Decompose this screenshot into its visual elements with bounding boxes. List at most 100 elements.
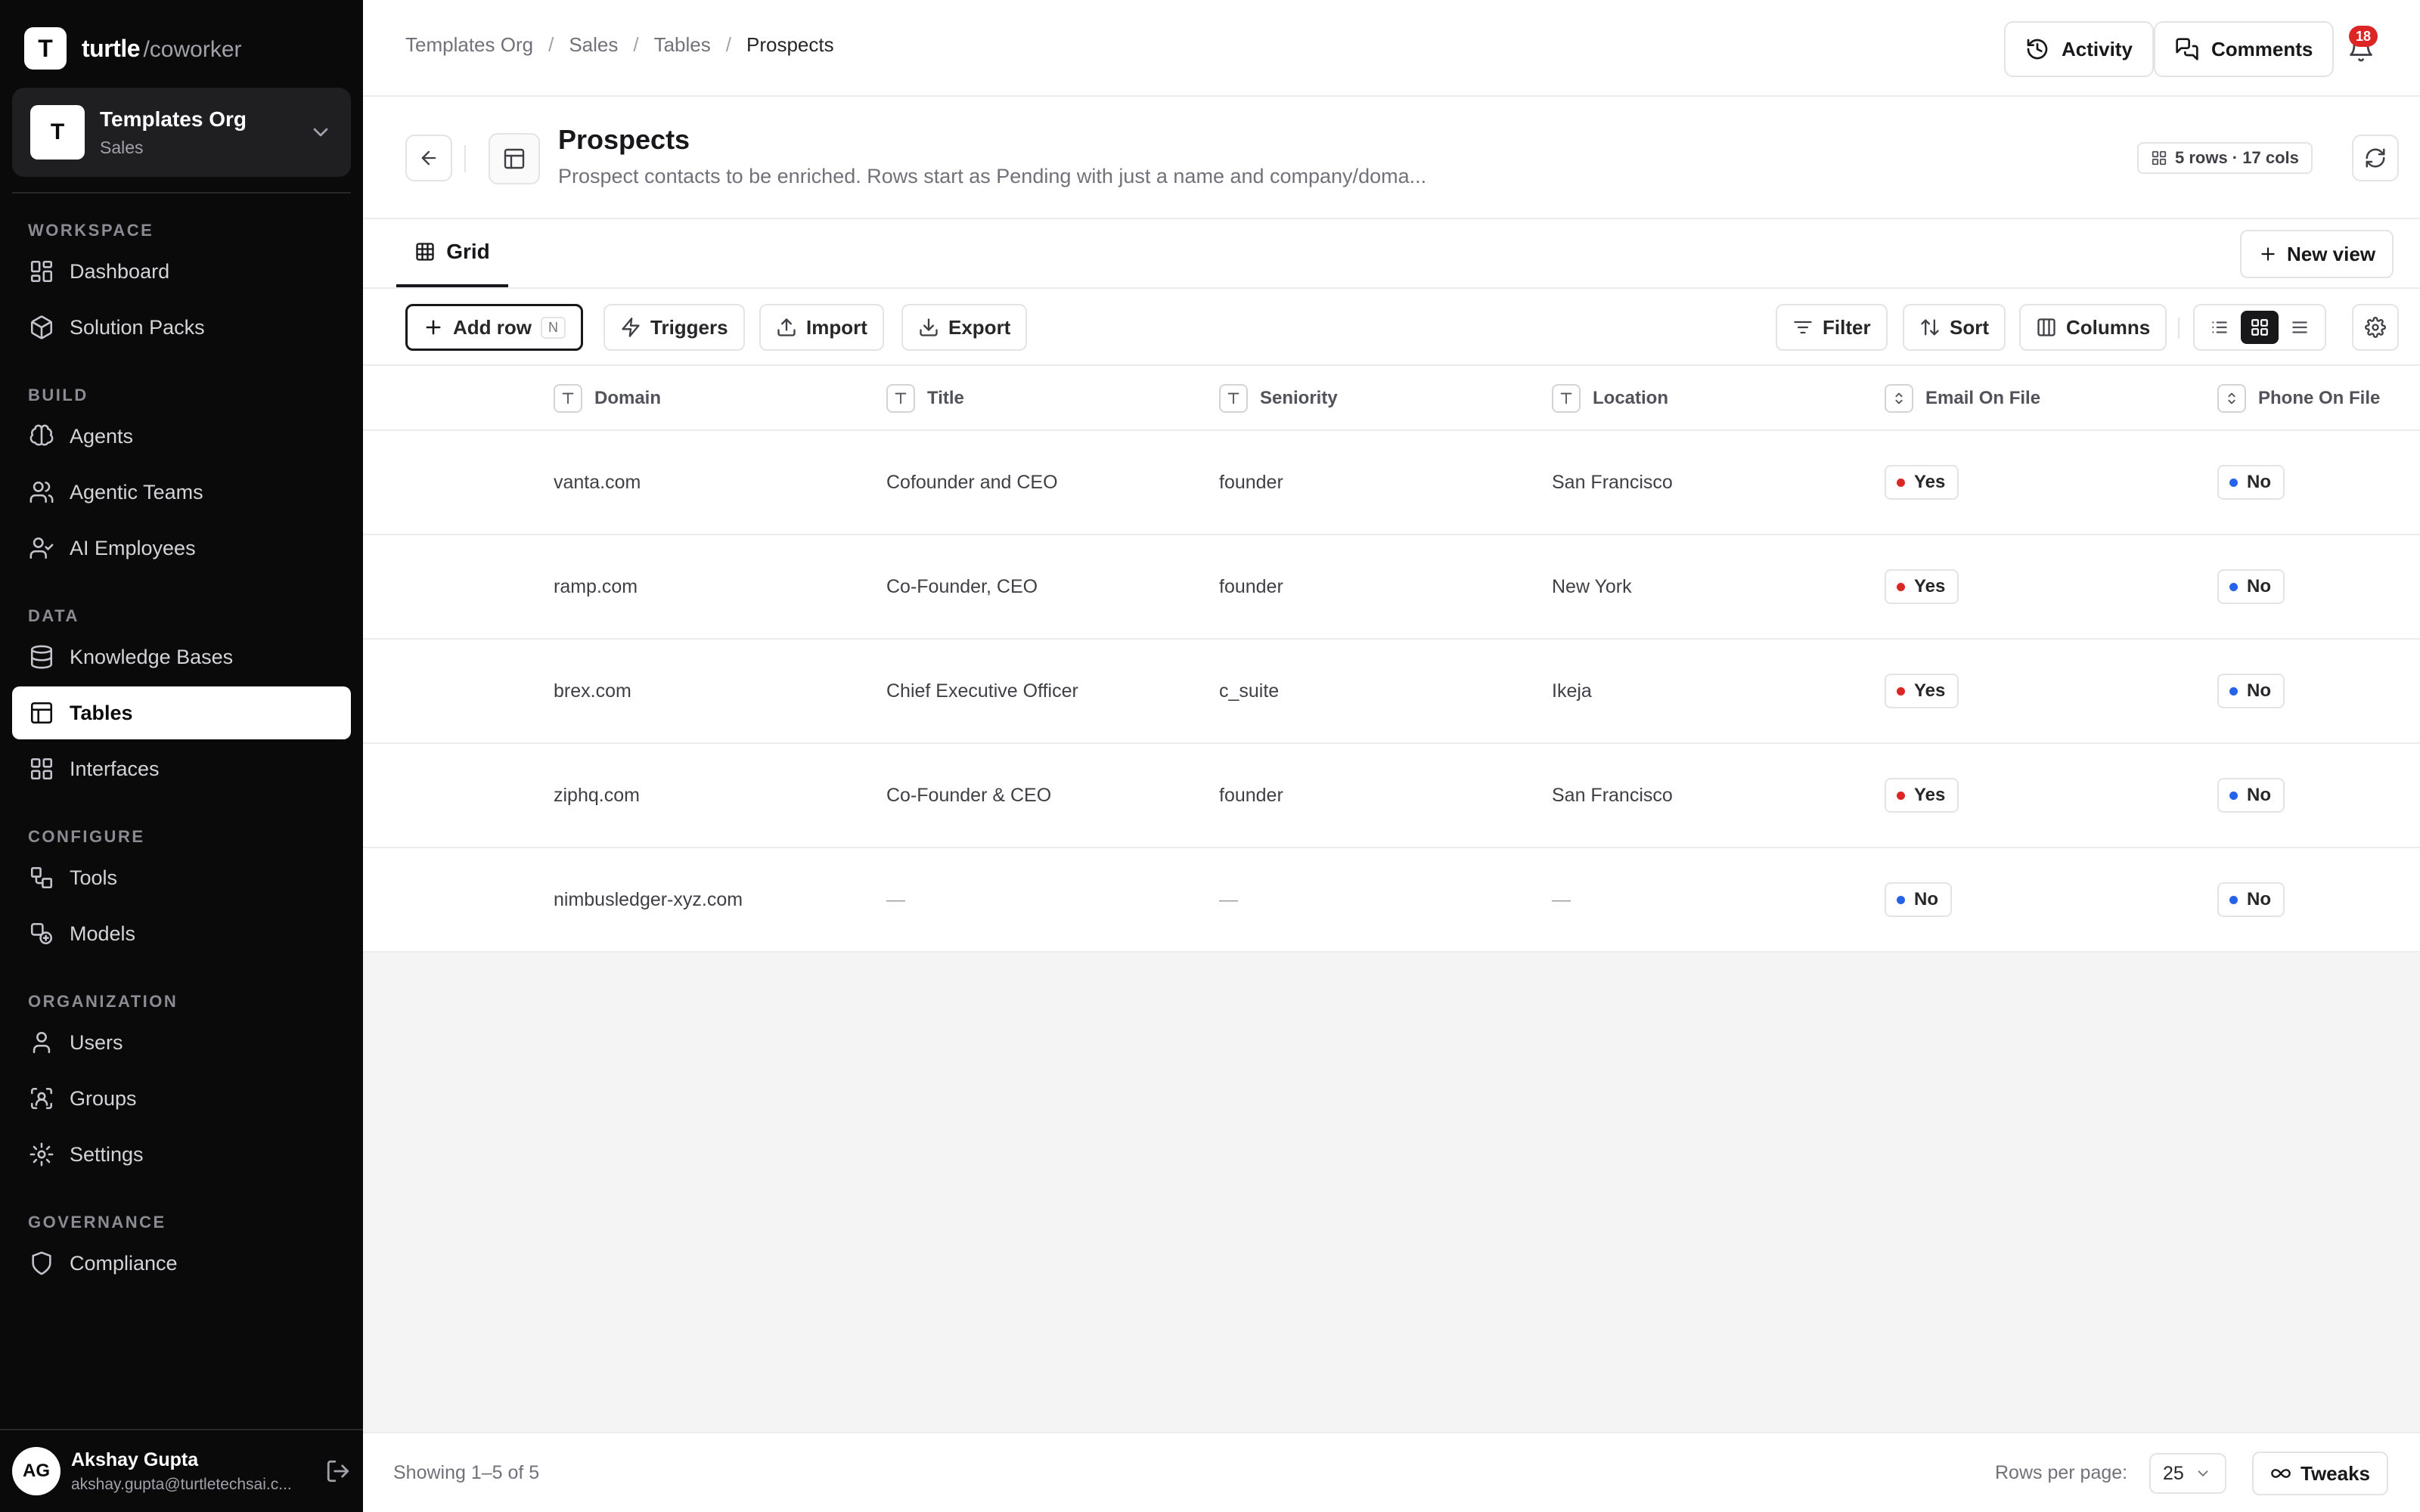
add-row-button[interactable]: Add row N xyxy=(405,304,583,351)
breadcrumb-team[interactable]: Sales xyxy=(569,33,618,57)
table-cell[interactable]: founder xyxy=(1219,744,1283,847)
table-row[interactable]: brex.com Chief Executive Officer c_suite Ik… xyxy=(363,640,2420,744)
gear-icon xyxy=(2365,317,2386,338)
activity-button[interactable]: Activity xyxy=(2004,21,2154,77)
page-description: Prospect contacts to be enriched. Rows s… xyxy=(558,165,1427,187)
refresh-icon xyxy=(2366,148,2385,168)
tab-grid-label: Grid xyxy=(446,240,490,263)
compact-view-toggle[interactable] xyxy=(2281,311,2319,344)
tweaks-button[interactable]: Tweaks xyxy=(2252,1452,2389,1495)
back-button[interactable] xyxy=(405,135,452,181)
table-cell[interactable]: Co-Founder & CEO xyxy=(886,744,1051,847)
brand[interactable]: T turtle /coworker xyxy=(24,27,242,70)
table-row[interactable]: ziphq.com Co-Founder & CEO founder San Fran… xyxy=(363,744,2420,848)
table-cell[interactable]: San Francisco xyxy=(1552,744,1673,847)
breadcrumb-org[interactable]: Templates Org xyxy=(405,33,533,57)
sidebar-item-ai-employees[interactable]: AI Employees xyxy=(12,522,351,575)
table-row[interactable]: ramp.com Co-Founder, CEO founder New York Ye… xyxy=(363,535,2420,640)
grid-view-toggle[interactable] xyxy=(2240,311,2279,344)
sidebar-item-users[interactable]: Users xyxy=(12,1016,351,1069)
plus-icon xyxy=(2261,247,2275,261)
list-view-toggle[interactable] xyxy=(2201,311,2238,344)
table-cell-text: founder xyxy=(1219,784,1283,806)
sidebar-item-tables[interactable]: Tables xyxy=(12,686,351,739)
table-cell[interactable]: c_suite xyxy=(1219,640,1279,742)
status-dot xyxy=(1897,895,1905,904)
triggers-button[interactable]: Triggers xyxy=(603,304,745,351)
columns-button[interactable]: Columns xyxy=(2019,304,2167,351)
sidebar-item-groups[interactable]: Groups xyxy=(12,1072,351,1125)
refresh-button[interactable] xyxy=(2352,135,2399,181)
table-cell[interactable]: No xyxy=(2217,535,2285,638)
table-cell[interactable]: New York xyxy=(1552,535,1632,638)
table-cell[interactable]: ziphq.com xyxy=(554,744,640,847)
filter-button[interactable]: Filter xyxy=(1776,304,1888,351)
page-header: Prospects Prospect contacts to be enrich… xyxy=(363,97,2420,219)
sidebar-item-solution-packs[interactable]: Solution Packs xyxy=(12,301,351,354)
text-type-icon xyxy=(1552,384,1581,413)
import-button[interactable]: Import xyxy=(759,304,884,351)
rows-per-page-select[interactable]: 25 xyxy=(2149,1453,2226,1494)
logout-icon[interactable] xyxy=(325,1458,351,1484)
column-header-seniority[interactable]: Seniority xyxy=(1219,366,1338,431)
breadcrumb-separator: / xyxy=(633,33,639,56)
table-cell[interactable]: No xyxy=(2217,848,2285,951)
arrow-left-icon xyxy=(421,150,436,166)
org-switcher[interactable]: T Templates Org Sales xyxy=(12,88,351,177)
table-row[interactable]: nimbusledger-xyz.com — — — No No xyxy=(363,848,2420,953)
sidebar-item-tools[interactable]: Tools xyxy=(12,851,351,904)
sidebar-item-models[interactable]: Models xyxy=(12,907,351,960)
table-cell[interactable]: Yes xyxy=(1885,431,1959,534)
sidebar-item-interfaces[interactable]: Interfaces xyxy=(12,742,351,795)
table-row[interactable]: vanta.com Cofounder and CEO founder San Fra… xyxy=(363,431,2420,535)
new-view-button[interactable]: New view xyxy=(2240,230,2394,278)
breadcrumb-tables[interactable]: Tables xyxy=(654,33,711,57)
column-header-domain[interactable]: Domain xyxy=(554,366,661,431)
sort-button[interactable]: Sort xyxy=(1903,304,2006,351)
tab-grid[interactable]: Grid xyxy=(396,219,508,287)
table-cell[interactable]: — xyxy=(886,848,905,951)
filter-icon xyxy=(1794,321,1812,334)
table-settings-button[interactable] xyxy=(2352,304,2399,351)
user-email: akshay.gupta@turtletechsai.c... xyxy=(71,1475,292,1493)
table-cell[interactable]: Co-Founder, CEO xyxy=(886,535,1038,638)
table-cell[interactable]: Yes xyxy=(1885,535,1959,638)
table-cell[interactable]: No xyxy=(2217,431,2285,534)
export-button[interactable]: Export xyxy=(901,304,1028,351)
table-cell[interactable]: Cofounder and CEO xyxy=(886,431,1058,534)
table-cell[interactable]: ramp.com xyxy=(554,535,638,638)
table-cell[interactable]: Yes xyxy=(1885,640,1959,742)
table-cell[interactable]: founder xyxy=(1219,431,1283,534)
grid-header: Domain Title Seniority Location Email On Fil… xyxy=(363,366,2420,431)
sidebar-item-dashboard[interactable]: Dashboard xyxy=(12,245,351,298)
sidebar-item-label: Solution Packs xyxy=(70,315,205,339)
comments-button[interactable]: Comments xyxy=(2154,21,2335,77)
sidebar-item-settings[interactable]: Settings xyxy=(12,1128,351,1181)
table-cell[interactable]: nimbusledger-xyz.com xyxy=(554,848,743,951)
sidebar-item-agents[interactable]: Agents xyxy=(12,410,351,463)
column-header-title[interactable]: Title xyxy=(886,366,964,431)
table-cell[interactable]: No xyxy=(2217,640,2285,742)
table-cell[interactable]: Ikeja xyxy=(1552,640,1592,742)
table-cell[interactable]: founder xyxy=(1219,535,1283,638)
column-header-phone-on-file[interactable]: Phone On File xyxy=(2217,366,2380,431)
table-cell[interactable]: — xyxy=(1219,848,1238,951)
user-profile[interactable]: AG Akshay Gupta akshay.gupta@turtletechs… xyxy=(0,1429,363,1512)
table-cell[interactable]: No xyxy=(2217,744,2285,847)
table-cell[interactable]: — xyxy=(1552,848,1571,951)
column-header-email-on-file[interactable]: Email On File xyxy=(1885,366,2040,431)
sidebar-item-knowledge-bases[interactable]: Knowledge Bases xyxy=(12,631,351,683)
table-cell[interactable]: Chief Executive Officer xyxy=(886,640,1078,742)
table-cell[interactable]: No xyxy=(1885,848,1952,951)
table-cell[interactable]: vanta.com xyxy=(554,431,641,534)
text-type-icon xyxy=(886,384,915,413)
table-cell[interactable]: brex.com xyxy=(554,640,631,742)
chevron-down-icon xyxy=(2198,1470,2208,1477)
column-header-location[interactable]: Location xyxy=(1552,366,1668,431)
table-cell[interactable]: San Francisco xyxy=(1552,431,1673,534)
sidebar-item-agentic-teams[interactable]: Agentic Teams xyxy=(12,466,351,519)
sidebar-item-compliance[interactable]: Compliance xyxy=(12,1237,351,1290)
table-cell-text: — xyxy=(1219,888,1238,910)
brand-suffix: /coworker xyxy=(143,36,242,62)
table-cell[interactable]: Yes xyxy=(1885,744,1959,847)
